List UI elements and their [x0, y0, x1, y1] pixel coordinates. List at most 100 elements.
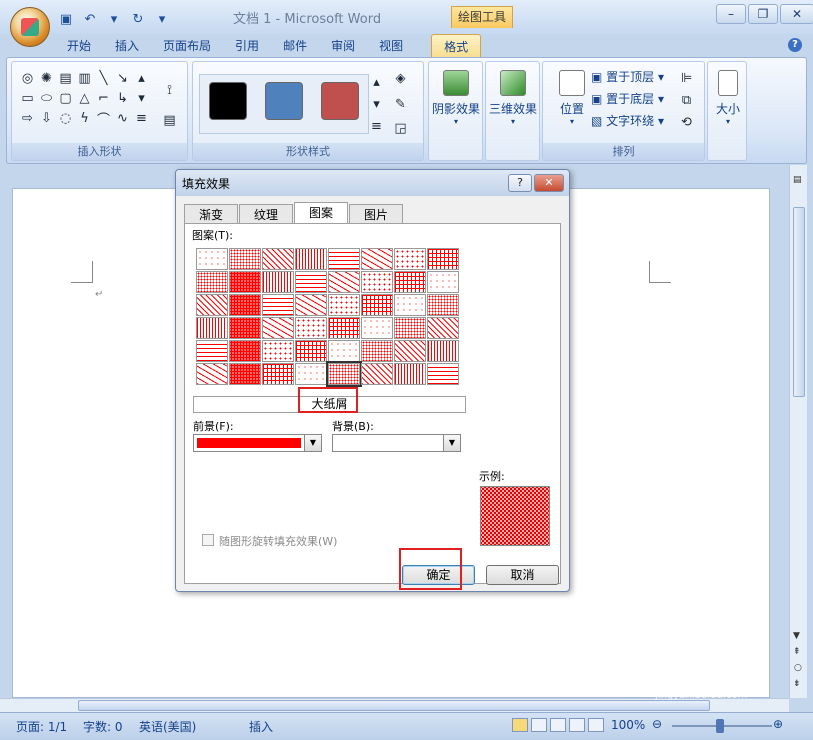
shadow-effects-button[interactable]: 阴影效果 ▾ — [429, 66, 483, 144]
arc-shape-icon[interactable]: ⌒ — [94, 108, 113, 128]
pattern-swatch[interactable] — [262, 363, 294, 385]
rotate-with-shape-checkbox[interactable] — [202, 534, 214, 546]
triangle-shape-icon[interactable]: △ — [75, 88, 94, 108]
bring-to-front-button[interactable]: ▣ 置于顶层 ▾ — [591, 68, 664, 85]
right-arrow-shape-icon[interactable]: ⇨ — [18, 108, 37, 128]
pattern-swatch[interactable] — [328, 294, 360, 316]
pattern-swatch[interactable] — [229, 248, 261, 270]
dialog-help-button[interactable]: ? — [508, 174, 532, 192]
pattern-swatch[interactable] — [328, 317, 360, 339]
tab-view[interactable]: 视图 — [367, 34, 415, 58]
zoom-out-icon[interactable]: ⊖ — [652, 717, 662, 731]
tab-format[interactable]: 格式 — [431, 34, 482, 58]
zoom-slider-thumb[interactable] — [716, 719, 724, 733]
callout-shape-icon[interactable]: ◌ — [56, 108, 75, 128]
pattern-swatch[interactable] — [427, 248, 459, 270]
pattern-swatch[interactable] — [295, 294, 327, 316]
seal-shape-icon[interactable]: ✺ — [37, 68, 56, 88]
pattern-swatch[interactable] — [394, 363, 426, 385]
size-button[interactable]: 大小 ▾ — [701, 66, 755, 144]
background-color-select[interactable]: ▼ — [332, 434, 461, 452]
restore-button[interactable]: ❐ — [748, 4, 778, 24]
tab-mailings[interactable]: 邮件 — [271, 34, 319, 58]
web-layout-icon[interactable] — [550, 718, 566, 732]
zoom-level[interactable]: 100% — [611, 718, 645, 732]
pattern-swatch[interactable] — [328, 248, 360, 270]
pattern-swatch[interactable] — [361, 363, 393, 385]
pattern-swatch[interactable] — [361, 340, 393, 362]
ruler-toggle-icon[interactable]: ▤ — [793, 175, 805, 187]
pattern-swatch[interactable] — [427, 271, 459, 293]
fill-color-icon[interactable]: ◈ — [391, 68, 410, 88]
pattern-swatch[interactable] — [394, 294, 426, 316]
pattern-swatch[interactable] — [394, 317, 426, 339]
pattern-swatch[interactable] — [361, 294, 393, 316]
zoom-in-icon[interactable]: ⊕ — [773, 717, 783, 731]
elbow-connector-icon[interactable]: ⌐ — [94, 88, 113, 108]
pattern-swatch[interactable] — [196, 340, 228, 362]
3d-effects-button[interactable]: 三维效果 ▾ — [486, 66, 540, 144]
help-icon[interactable]: ? — [788, 38, 802, 52]
send-to-back-button[interactable]: ▣ 置于底层 ▾ — [591, 90, 664, 107]
select-browse-object-icon[interactable]: ○ — [794, 663, 802, 673]
change-shape-icon[interactable]: ◲ — [391, 118, 410, 138]
pattern-swatch[interactable] — [361, 317, 393, 339]
office-button[interactable] — [10, 7, 50, 47]
style-swatch-red[interactable] — [321, 82, 359, 120]
pattern-swatch[interactable] — [394, 248, 426, 270]
lightning-shape-icon[interactable]: ϟ — [75, 108, 94, 128]
previous-page-icon[interactable]: ⇞ — [793, 647, 801, 657]
pattern-swatch[interactable] — [262, 271, 294, 293]
foreground-color-select[interactable]: ▼ — [193, 434, 322, 452]
pattern-swatch[interactable] — [262, 340, 294, 362]
tab-page-layout[interactable]: 页面布局 — [151, 34, 223, 58]
pattern-swatch[interactable] — [326, 361, 362, 387]
pattern-swatch[interactable] — [427, 340, 459, 362]
dialog-close-button[interactable]: ✕ — [534, 174, 564, 192]
outline-icon[interactable] — [569, 718, 585, 732]
scroll-down-icon[interactable]: ▼ — [793, 631, 800, 641]
pattern-swatch[interactable] — [196, 317, 228, 339]
pattern-swatch[interactable] — [427, 317, 459, 339]
print-layout-icon[interactable] — [512, 718, 528, 732]
more-shapes-down-icon[interactable]: ▾ — [132, 88, 151, 108]
rounded-rect-shape-icon[interactable]: ▢ — [56, 88, 75, 108]
pattern-swatch[interactable] — [229, 294, 261, 316]
more-shapes-up-icon[interactable]: ▴ — [132, 68, 151, 88]
word-count[interactable]: 字数: 0 — [83, 718, 123, 735]
customize-qat-icon[interactable]: ▾ — [152, 10, 172, 28]
pattern-swatch[interactable] — [196, 363, 228, 385]
insert-mode[interactable]: 插入 — [249, 718, 273, 735]
pattern-swatch[interactable] — [229, 317, 261, 339]
arrow-shape-icon[interactable]: ↘ — [113, 68, 132, 88]
edit-points-icon[interactable]: ⟟ — [160, 80, 179, 100]
pattern-swatch[interactable] — [229, 363, 261, 385]
vertical-scrollbar[interactable]: ▤ ▼ ⇞ ○ ⇟ — [789, 165, 807, 698]
gallery-scroll-up-icon[interactable]: ▴ — [367, 72, 386, 92]
pattern-swatch[interactable] — [196, 271, 228, 293]
pattern-swatch[interactable] — [361, 271, 393, 293]
minimize-button[interactable]: – — [716, 4, 746, 24]
pattern-swatch[interactable] — [328, 340, 360, 362]
elbow-arrow-icon[interactable]: ↳ — [113, 88, 132, 108]
pattern-swatch[interactable] — [394, 340, 426, 362]
tab-home[interactable]: 开始 — [55, 34, 103, 58]
tab-pattern[interactable]: 图案 — [294, 202, 349, 224]
down-arrow-shape-icon[interactable]: ⇩ — [37, 108, 56, 128]
pattern-swatch[interactable] — [427, 294, 459, 316]
pattern-swatch[interactable] — [196, 248, 228, 270]
pattern-swatch[interactable] — [295, 271, 327, 293]
pattern-swatch[interactable] — [295, 317, 327, 339]
next-page-icon[interactable]: ⇟ — [793, 679, 801, 689]
tab-texture[interactable]: 纹理 — [239, 204, 294, 224]
rotate-icon[interactable]: ⟲ — [677, 112, 696, 132]
draft-icon[interactable] — [588, 718, 604, 732]
style-swatch-black[interactable] — [209, 82, 247, 120]
add-text-icon[interactable]: ▤ — [160, 110, 179, 130]
ellipse-shape-icon[interactable]: ⬭ — [37, 88, 56, 108]
gallery-more-icon[interactable]: ≡ — [367, 116, 386, 136]
align-icon[interactable]: ⊫ — [677, 68, 696, 88]
pattern-swatch[interactable] — [229, 340, 261, 362]
pattern-swatch[interactable] — [295, 363, 327, 385]
pattern-swatch[interactable] — [394, 271, 426, 293]
